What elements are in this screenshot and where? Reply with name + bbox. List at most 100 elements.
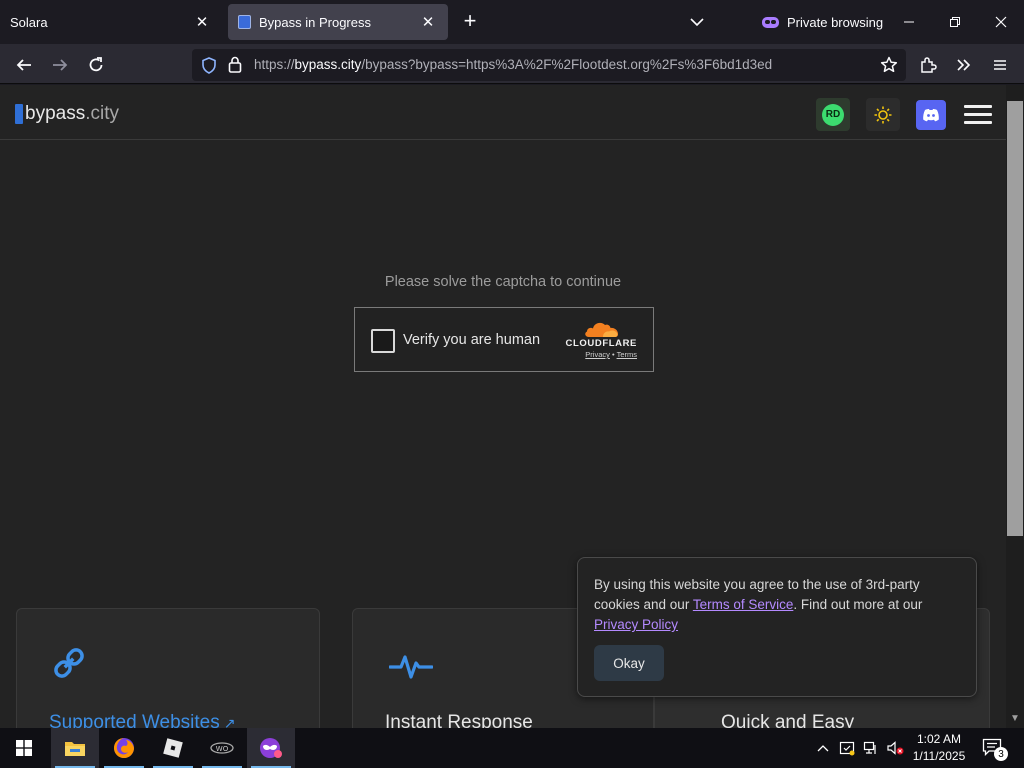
scrollbar-thumb[interactable] (1007, 101, 1023, 536)
site-header: bypass .city RD (0, 85, 1006, 140)
double-chevron-right-icon (957, 59, 971, 71)
card-title: Instant Response (385, 712, 533, 728)
scroll-down-arrow-icon[interactable]: ▼ (1006, 713, 1024, 725)
action-center-button[interactable]: 3 (982, 738, 1008, 761)
extensions-button[interactable] (914, 51, 942, 79)
menu-line (964, 121, 992, 124)
taskbar-clock[interactable]: 1:02 AM 1/11/2025 (904, 731, 974, 765)
tab-title: Solara (10, 14, 48, 30)
arrow-right-icon (53, 59, 68, 71)
verify-human-checkbox[interactable] (371, 329, 395, 353)
firefox-icon (114, 738, 134, 758)
volume-muted-icon (887, 741, 904, 755)
address-bar[interactable]: https://bypass.city/bypass?bypass=https%… (192, 49, 906, 81)
tab-bar: Solara ✕ Bypass in Progress ✕ + Private … (0, 0, 1024, 44)
menu-button[interactable] (986, 51, 1014, 79)
firefox-private-icon (260, 738, 282, 758)
cloudflare-privacy-link[interactable]: Privacy (585, 350, 610, 359)
minimize-button[interactable] (894, 8, 924, 36)
logo-tld: .city (85, 103, 119, 124)
taskbar-roblox[interactable] (149, 728, 197, 768)
cloudflare-terms-link[interactable]: Terms (617, 350, 637, 359)
more-tools-button[interactable] (950, 51, 978, 79)
cloudflare-cloud-icon (585, 322, 618, 337)
logo-text: bypass (25, 103, 86, 124)
star-bookmark-icon[interactable] (880, 56, 898, 74)
terms-of-service-link[interactable]: Terms of Service (693, 597, 794, 612)
privacy-policy-link[interactable]: Privacy Policy (594, 617, 678, 632)
hamburger-menu-icon (994, 60, 1006, 70)
card-title[interactable]: Supported Websites ↗ (49, 712, 235, 728)
tab-title: Bypass in Progress (259, 14, 371, 30)
sun-icon (874, 106, 892, 123)
clock-date: 1/11/2025 (912, 749, 966, 763)
security-center-icon (839, 741, 855, 756)
taskbar-file-explorer[interactable] (51, 728, 99, 768)
private-mask-icon (762, 16, 779, 28)
close-icon (995, 16, 1007, 28)
activity-pulse-icon (389, 655, 433, 679)
new-tab-button[interactable]: + (458, 10, 482, 34)
logo-mark-icon (15, 104, 23, 124)
cookie-consent-text: By using this website you agree to the u… (594, 575, 964, 635)
taskbar-firefox[interactable] (100, 728, 148, 768)
forward-button[interactable] (46, 51, 74, 79)
site-menu-button[interactable] (964, 105, 992, 125)
close-icon[interactable]: ✕ (418, 12, 438, 32)
show-hidden-icons-button[interactable] (812, 728, 834, 768)
arrow-left-icon (16, 59, 31, 71)
tab-solara[interactable]: Solara ✕ (0, 4, 222, 40)
cloudflare-links: Privacy • Terms (585, 350, 637, 359)
reload-button[interactable] (82, 51, 110, 79)
chevron-down-icon (690, 18, 704, 27)
menu-line (964, 105, 992, 108)
shield-icon[interactable] (201, 57, 217, 74)
discord-button[interactable] (916, 100, 946, 130)
url-prefix: https:// (254, 57, 295, 72)
private-browsing-indicator: Private browsing (762, 12, 883, 32)
menu-line (964, 113, 992, 116)
notification-count-badge: 3 (994, 747, 1008, 761)
page-content: bypass .city RD Please solve the captcha … (0, 85, 1006, 728)
tray-network-button[interactable] (860, 728, 882, 768)
tab-bypass-in-progress[interactable]: Bypass in Progress ✕ (228, 4, 448, 40)
theme-toggle-button[interactable] (866, 98, 900, 131)
cloudflare-turnstile-widget: Verify you are human CLOUDFLARE Privacy … (354, 307, 654, 372)
restore-button[interactable] (940, 8, 970, 36)
discord-icon (923, 109, 939, 122)
url-domain: bypass.city (294, 57, 362, 72)
close-icon[interactable]: ✕ (192, 12, 212, 32)
clock-time: 1:02 AM (916, 732, 962, 746)
network-icon (863, 741, 876, 754)
feature-card-supported-websites[interactable]: Supported Websites ↗ (16, 608, 320, 728)
okay-button[interactable]: Okay (594, 645, 664, 681)
cookie-consent-banner: By using this website you agree to the u… (577, 557, 977, 697)
card-title-text: Supported Websites (49, 712, 220, 728)
tray-volume-button[interactable] (884, 728, 906, 768)
list-all-tabs-button[interactable] (686, 12, 708, 32)
tray-security-button[interactable] (836, 728, 858, 768)
taskbar-firefox-private[interactable] (247, 728, 295, 768)
cloudflare-branding: CLOUDFLARE Privacy • Terms (563, 318, 637, 364)
start-button[interactable] (0, 728, 48, 768)
site-logo[interactable]: bypass .city (15, 103, 119, 125)
folder-icon (65, 742, 85, 756)
taskbar-solara[interactable]: WO (198, 728, 246, 768)
windows-logo-icon (16, 740, 32, 756)
page-scrollbar[interactable] (1006, 85, 1024, 728)
cookie-text-part: . Find out more at our (793, 597, 923, 612)
captcha-prompt: Please solve the captcha to continue (384, 274, 622, 290)
user-avatar-button[interactable]: RD (816, 98, 850, 131)
link-icon (54, 648, 84, 678)
roblox-icon (163, 738, 183, 758)
url-text: https://bypass.city/bypass?bypass=https%… (254, 57, 772, 72)
windows-taskbar: WO 1:02 AM 1/11/2025 3 (0, 728, 1024, 768)
restore-icon (950, 17, 960, 27)
back-button[interactable] (10, 51, 38, 79)
solara-app-icon: WO (210, 742, 234, 754)
bypass-favicon-icon (238, 15, 251, 29)
close-window-button[interactable] (986, 8, 1016, 36)
url-path: /bypass?bypass=https%3A%2F%2Flootdest.or… (361, 57, 773, 72)
verify-human-label[interactable]: Verify you are human (403, 332, 540, 348)
lock-icon[interactable] (228, 56, 242, 73)
